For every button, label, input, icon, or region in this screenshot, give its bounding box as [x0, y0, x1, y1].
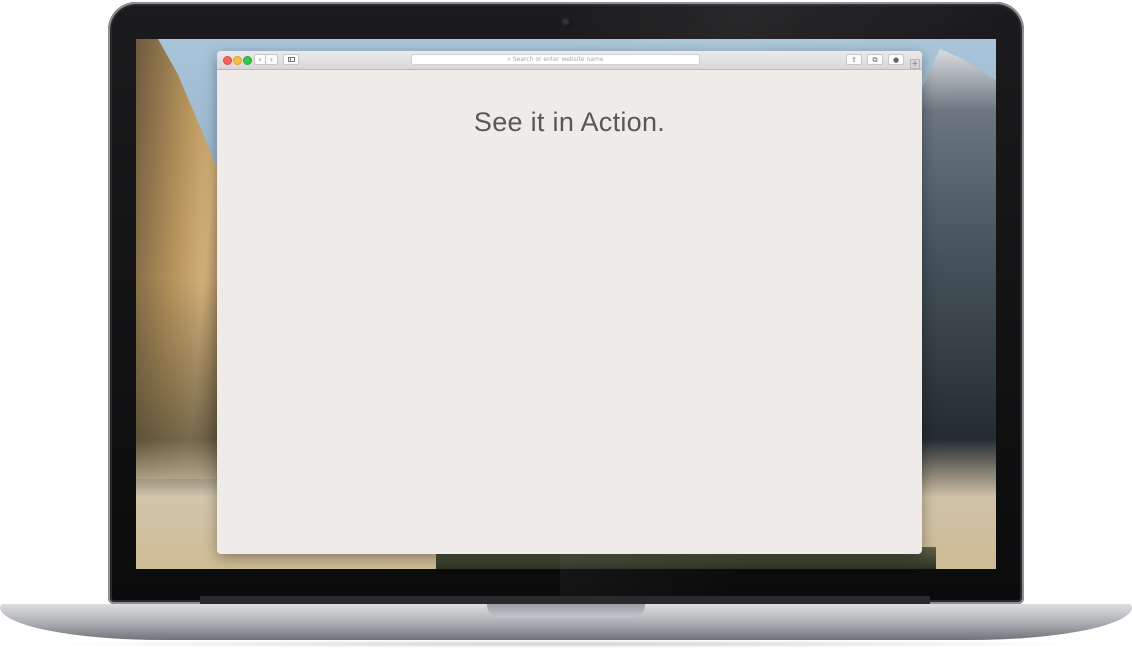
address-bar[interactable]: ⌕ Search or enter website name — [411, 54, 700, 65]
downloads-button[interactable]: ● — [888, 54, 904, 65]
browser-window: ‹ › ⌕ Search or enter website name ⇧ ⧉ ● … — [217, 51, 922, 554]
sidebar-icon — [288, 57, 295, 62]
sidebar-toggle-button[interactable] — [283, 54, 299, 65]
search-icon: ⌕ — [507, 56, 511, 63]
lid-opening-notch — [487, 604, 645, 617]
camera-icon — [561, 17, 572, 28]
back-button[interactable]: ‹ — [254, 54, 266, 65]
share-button[interactable]: ⇧ — [846, 54, 862, 65]
browser-toolbar: ‹ › ⌕ Search or enter website name ⇧ ⧉ ● … — [217, 51, 922, 70]
base-shadow — [40, 640, 1092, 648]
tabs-icon: ⧉ — [872, 56, 878, 64]
forward-button[interactable]: › — [266, 54, 278, 65]
maximize-window-icon[interactable] — [243, 56, 252, 65]
tab-overview-button[interactable]: ⧉ — [867, 54, 883, 65]
minimize-window-icon[interactable] — [233, 56, 242, 65]
download-icon: ● — [892, 56, 900, 64]
share-icon: ⇧ — [851, 56, 857, 64]
close-window-icon[interactable] — [223, 56, 232, 65]
page-headline: See it in Action. — [473, 107, 666, 137]
address-placeholder: Search or enter website name — [512, 56, 604, 63]
new-tab-button[interactable]: + — [910, 59, 920, 69]
